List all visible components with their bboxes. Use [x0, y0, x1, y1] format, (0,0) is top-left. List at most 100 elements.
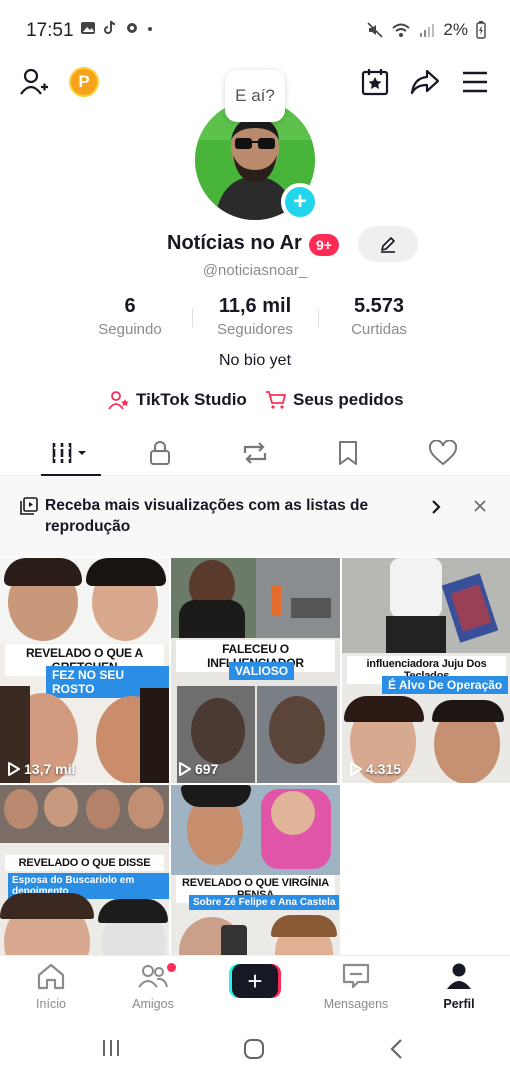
- back-icon[interactable]: [389, 1038, 405, 1060]
- lock-icon: [150, 441, 170, 465]
- recent-apps-icon[interactable]: [101, 1038, 121, 1058]
- play-icon: [179, 762, 191, 776]
- video-thumbnail[interactable]: influenciadora Juju Dos Teclados É Alvo …: [342, 558, 510, 783]
- wifi-icon: [392, 23, 411, 37]
- add-friend-button[interactable]: [14, 62, 54, 102]
- play-icon: [8, 762, 20, 776]
- status-time: 17:51: [26, 20, 74, 41]
- tiktok-icon: [104, 20, 116, 34]
- messages-icon: [342, 963, 370, 989]
- stat-label: Seguindo: [98, 321, 162, 338]
- tab-active-indicator: [41, 474, 101, 476]
- profile-links: TikTok Studio Seus pedidos: [0, 390, 510, 414]
- status-bubble[interactable]: E aí?: [225, 70, 285, 122]
- bottom-nav: Início Amigos + Mensagens Perfil: [0, 955, 510, 1017]
- repost-icon: [243, 442, 267, 464]
- video-thumbnail[interactable]: REVELADO O QUE A GRETCHEN FEZ NO SEU ROS…: [0, 558, 169, 783]
- stat-likes[interactable]: 5.573 Curtidas: [334, 295, 424, 338]
- share-icon: [410, 69, 440, 95]
- video-views: 4.315: [350, 761, 401, 777]
- status-bar: 17:51 2%: [0, 0, 510, 60]
- signal-icon: [420, 24, 435, 37]
- calendar-button[interactable]: [355, 62, 395, 102]
- nav-profile-label: Perfil: [443, 997, 475, 1011]
- mute-icon: [367, 22, 383, 38]
- bio-text[interactable]: No bio yet: [0, 352, 510, 370]
- add-user-icon: [20, 68, 48, 95]
- video-caption-subtitle: Sobre Zé Felipe e Ana Castela: [189, 895, 340, 910]
- nav-friends-label: Amigos: [132, 997, 174, 1011]
- battery-percent: 2%: [443, 20, 468, 39]
- nav-home-label: Início: [36, 997, 66, 1011]
- status-system-icons: 2%: [367, 20, 486, 40]
- orders-label: Seus pedidos: [293, 390, 404, 409]
- profile-icon: [447, 963, 471, 989]
- studio-user-star-icon: [108, 391, 129, 410]
- nav-messages[interactable]: Mensagens: [316, 962, 396, 1011]
- video-caption-title: REVELADO O QUE DISSE: [5, 855, 164, 871]
- grid-icon: [52, 443, 86, 463]
- stat-followers[interactable]: 11,6 mil Seguidores: [200, 295, 310, 338]
- tab-liked[interactable]: [418, 436, 468, 470]
- coins-button[interactable]: P: [64, 62, 104, 102]
- video-views: 13,7 mil: [8, 761, 75, 777]
- stat-label: Seguidores: [217, 321, 293, 338]
- video-views-count: 697: [195, 761, 219, 777]
- battery-icon: [476, 21, 486, 39]
- tab-reposts[interactable]: [230, 436, 280, 470]
- nav-friends[interactable]: Amigos: [113, 962, 193, 1011]
- promo-text: Receba mais visualizações com as listas …: [45, 497, 369, 535]
- heart-icon: [429, 440, 457, 466]
- video-thumbnail[interactable]: REVELADO O QUE VIRGÍNIA PENSA Sobre Zé F…: [171, 785, 340, 955]
- tiktok-studio-link[interactable]: TikTok Studio: [108, 390, 247, 410]
- video-views: 697: [179, 761, 218, 777]
- profile-name-row: Notícias no Ar 9+: [0, 226, 510, 266]
- home-button-icon[interactable]: [243, 1038, 265, 1060]
- playlist-promo-banner[interactable]: Receba mais visualizações com as listas …: [0, 477, 510, 557]
- home-icon: [37, 963, 65, 990]
- video-thumbnail[interactable]: REVELADO O QUE DISSE Esposa do Buscariol…: [0, 785, 169, 955]
- video-views-count: 13,7 mil: [24, 761, 76, 777]
- nav-home[interactable]: Início: [11, 962, 91, 1011]
- bookmark-icon: [339, 441, 357, 465]
- add-story-button[interactable]: +: [281, 183, 319, 221]
- notification-badge[interactable]: 9+: [309, 234, 339, 256]
- video-thumbnail[interactable]: FALECEU O INFLUENCIADOR VALIOSO 697: [171, 558, 340, 783]
- content-tabs: [0, 430, 510, 476]
- edit-icon: [381, 237, 395, 253]
- play-icon: [350, 762, 362, 776]
- display-name: Notícias no Ar: [167, 232, 302, 254]
- chevron-right-icon[interactable]: [430, 499, 442, 515]
- system-nav-bar: [0, 1020, 510, 1077]
- cart-icon: [266, 391, 286, 409]
- stat-value: 5.573: [353, 295, 405, 317]
- plus-icon: +: [292, 188, 307, 215]
- video-views-count: 4.315: [366, 761, 402, 777]
- tab-favorites[interactable]: [323, 436, 373, 470]
- stat-value: 6: [124, 295, 136, 317]
- edit-profile-button[interactable]: [358, 226, 418, 262]
- tab-videos[interactable]: [46, 436, 96, 470]
- calendar-star-icon: [361, 69, 389, 96]
- create-icon: +: [232, 964, 278, 998]
- orders-link[interactable]: Seus pedidos: [265, 390, 404, 410]
- nav-messages-label: Mensagens: [323, 997, 389, 1011]
- tiktok-studio-label: TikTok Studio: [136, 390, 247, 409]
- close-icon[interactable]: [474, 500, 486, 512]
- nav-profile[interactable]: Perfil: [419, 962, 499, 1011]
- username: @noticiasnoar_: [202, 262, 308, 279]
- share-profile-button[interactable]: [405, 62, 445, 102]
- coin-icon: P: [69, 67, 99, 97]
- video-caption-subtitle: É Alvo De Operação: [382, 676, 509, 694]
- dot-icon: [148, 27, 152, 31]
- gallery-icon: [81, 22, 95, 34]
- gear-icon: [127, 23, 137, 33]
- create-button[interactable]: +: [229, 964, 281, 998]
- menu-icon: [463, 71, 487, 93]
- stat-following[interactable]: 6 Seguindo: [85, 295, 175, 338]
- menu-button[interactable]: [455, 62, 495, 102]
- friends-notification-dot: [167, 963, 176, 972]
- playlist-icon: [20, 497, 38, 515]
- video-caption-subtitle: VALIOSO: [229, 662, 295, 680]
- tab-private[interactable]: [135, 436, 185, 470]
